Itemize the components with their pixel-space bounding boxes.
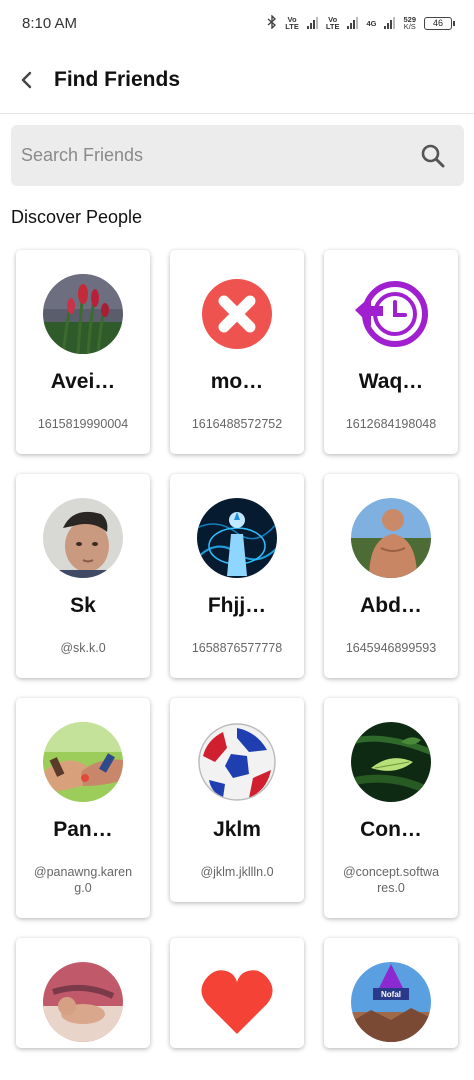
person-card[interactable]: Avei… 1615819990004 [16,250,150,454]
signal-1-icon [306,17,318,29]
avatar [351,722,431,802]
status-icons: Vo LTE Vo LTE 4G 529 K/S 46 [267,14,455,31]
user-id: @concept.softwares.0 [342,865,440,895]
avatar [43,498,123,578]
back-arrow-icon [21,71,32,88]
user-name: Jklm [213,818,261,841]
man-photo [351,498,431,578]
avatar [43,722,123,802]
person-card[interactable]: mo… 1616488572752 [170,250,304,454]
avatar [351,498,431,578]
sim2-volte-label: Vo LTE [325,15,340,31]
user-name: Waq… [358,370,424,393]
avatar [43,962,123,1042]
logo-text: Nofal [381,990,401,999]
boy-photo [43,498,123,578]
person-card[interactable]: Nofal [324,938,458,1048]
signal-2-icon [347,17,359,29]
person-card[interactable] [16,938,150,1048]
avatar [197,498,277,578]
avatar: Nofal [351,962,431,1042]
user-id: @jklm.jkllln.0 [200,865,274,879]
page-title: Find Friends [54,67,180,91]
baby-photo [43,962,123,1042]
battery-icon: 46 [424,16,455,30]
avatar [197,274,277,354]
avatar-glow-photo [197,498,277,578]
red-x-icon [197,274,277,354]
nofal-logo: Nofal [351,962,431,1042]
back-button[interactable] [0,46,54,114]
user-id: @sk.k.0 [60,641,106,655]
flower-photo [43,274,123,354]
status-time: 8:10 AM [22,14,78,32]
user-id: 1658876577778 [191,641,283,655]
avatar [351,274,431,354]
sim1-volte-label: Vo LTE [285,15,299,31]
person-card[interactable]: Pan… @panawng.kareng.0 [16,698,150,918]
status-bar: 8:10 AM Vo LTE Vo LTE 4G 529 K/S 46 [0,0,474,46]
person-card[interactable]: Sk @sk.k.0 [16,474,150,678]
search-bar [11,125,464,186]
hands-photo [43,722,123,802]
avatar [43,274,123,354]
person-card[interactable]: Abd… 1645946899593 [324,474,458,678]
user-name: Abd… [360,594,422,617]
person-card[interactable]: Con… @concept.softwares.0 [324,698,458,918]
app-header: Find Friends [0,46,474,114]
soccer-ball-photo [197,722,277,802]
person-card[interactable]: Fhjj… 1658876577778 [170,474,304,678]
search-button[interactable] [418,141,448,171]
person-card[interactable] [170,938,304,1048]
user-name: Sk [70,594,96,617]
person-card[interactable]: Waq… 1612684198048 [324,250,458,454]
section-title: Discover People [11,207,143,227]
user-id: 1615819990004 [37,417,129,431]
person-card[interactable]: Jklm @jklm.jkllln.0 [170,698,304,902]
user-id: 1612684198048 [345,417,437,431]
user-id: 1645946899593 [345,641,437,655]
avatar [197,962,277,1042]
avatar [197,722,277,802]
bluetooth-icon [267,14,277,31]
find-friends-screen: 8:10 AM Vo LTE Vo LTE 4G 529 K/S 46 Find Fr… [0,0,474,1080]
network-type-label: 4G [366,18,377,28]
user-id: 1616488572752 [191,417,283,431]
search-icon [421,144,445,167]
signal-3-icon [384,17,396,29]
user-name: Con… [360,818,422,841]
net-speed: 529 K/S [403,15,416,31]
people-grid: Avei… 1615819990004 mo… 1616488572752 Wa… [16,250,458,1048]
user-name: mo… [210,370,264,393]
user-id: @panawng.kareng.0 [33,865,133,895]
user-name: Pan… [53,818,113,841]
leaf-photo [351,722,431,802]
red-heart-icon [197,962,277,1042]
user-name: Fhjj… [207,594,267,617]
purple-clock-icon [351,274,431,354]
search-input[interactable] [21,145,418,166]
user-name: Avei… [50,370,116,393]
